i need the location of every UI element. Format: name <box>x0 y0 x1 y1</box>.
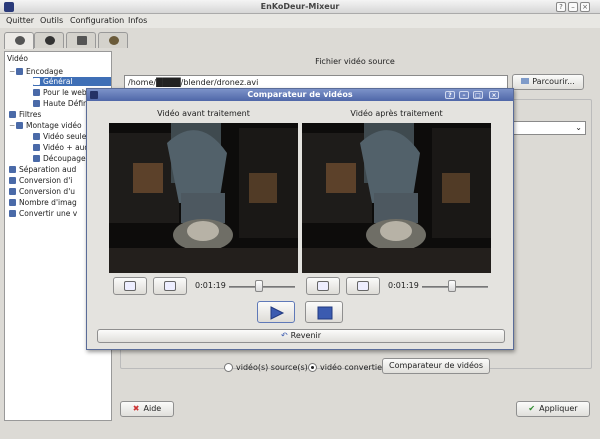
folder-icon <box>16 68 23 75</box>
misc-tab-icon <box>109 36 119 45</box>
tree-item-hd[interactable]: Haute Défin <box>33 99 88 108</box>
tree-item-video-audio[interactable]: Vidéo + aud <box>33 143 89 152</box>
play-both-button[interactable] <box>257 301 295 323</box>
collapse-icon[interactable]: − <box>9 121 15 130</box>
dialog-titlebar: Comparateur de vidéos ? – □ × <box>87 89 513 101</box>
folder-open-icon <box>521 78 530 84</box>
pause-icon <box>317 281 329 291</box>
right-video-label: Vidéo après traitement <box>350 109 443 118</box>
help-button[interactable]: ✖ Aide <box>120 401 174 417</box>
video-tab-icon <box>15 36 25 45</box>
back-button[interactable]: ↶ Revenir <box>97 329 505 343</box>
dialog-app-icon <box>90 91 98 99</box>
right-pause-button[interactable] <box>306 277 340 295</box>
tab-misc[interactable] <box>98 32 128 48</box>
stop-both-button[interactable] <box>305 301 343 323</box>
item-icon <box>33 89 40 96</box>
window-titlebar: EnKoDeur-Mixeur ? – × <box>0 0 600 14</box>
tree-item-filtres[interactable]: Filtres <box>9 110 41 119</box>
menu-quitter[interactable]: Quitter <box>6 16 34 25</box>
dialog-close-icon[interactable]: × <box>489 91 499 99</box>
item-icon <box>33 78 40 85</box>
tree-item-video-seule[interactable]: Vidéo seule <box>33 132 86 141</box>
check-icon: ✔ <box>528 404 536 413</box>
item-icon <box>33 133 40 140</box>
menubar: Quitter Outils Configuration Infos <box>0 14 600 28</box>
stop-icon <box>164 281 176 291</box>
right-seek-knob[interactable] <box>447 280 456 292</box>
left-pause-button[interactable] <box>113 277 147 295</box>
right-stop-button[interactable] <box>346 277 380 295</box>
tree-item-web[interactable]: Pour le web <box>33 88 87 97</box>
item-icon <box>9 111 16 118</box>
radio-converted[interactable] <box>308 363 317 372</box>
radio-source-label: vidéo(s) source(s) <box>236 363 308 372</box>
source-title: Fichier vidéo source <box>315 57 395 66</box>
tree-item-general[interactable]: Général <box>33 77 111 86</box>
item-icon <box>9 166 16 173</box>
back-arrow-icon: ↶ <box>280 331 288 340</box>
left-stop-button[interactable] <box>153 277 187 295</box>
item-icon <box>9 199 16 206</box>
left-video-label: Vidéo avant traitement <box>157 109 250 118</box>
close-icon[interactable]: × <box>580 2 590 12</box>
left-seek-knob[interactable] <box>254 280 263 292</box>
tree-item-convertir[interactable]: Convertir une v <box>9 209 77 218</box>
tree-item-conversion-i[interactable]: Conversion d'i <box>9 176 72 185</box>
menu-infos[interactable]: Infos <box>128 16 147 25</box>
tree-item-nombre[interactable]: Nombre d'imag <box>9 198 77 207</box>
dialog-minimize-icon[interactable]: – <box>459 91 469 99</box>
stop-icon <box>357 281 369 291</box>
tab-audio[interactable] <box>34 32 64 48</box>
tab-video[interactable] <box>4 32 34 49</box>
apply-button[interactable]: ✔ Appliquer <box>516 401 590 417</box>
minimize-icon[interactable]: – <box>568 2 578 12</box>
item-icon <box>33 155 40 162</box>
tree-item-conversion-u[interactable]: Conversion d'u <box>9 187 75 196</box>
window-title: EnKoDeur-Mixeur <box>260 2 340 11</box>
right-video-frame <box>302 123 491 273</box>
audio-tab-icon <box>45 36 55 45</box>
tree-header: Vidéo <box>7 54 29 63</box>
comparator-dialog: Comparateur de vidéos ? – □ × Vidéo avan… <box>86 88 514 350</box>
tree-item-encodage[interactable]: − Encodage <box>9 67 63 76</box>
dialog-help-icon[interactable]: ? <box>445 91 455 99</box>
tree-item-separation[interactable]: Séparation aud <box>9 165 76 174</box>
pause-icon <box>124 281 136 291</box>
help-x-icon: ✖ <box>132 404 140 413</box>
play-icon <box>270 306 285 320</box>
browse-button[interactable]: Parcourir... <box>512 74 584 90</box>
right-time: 0:01:19 <box>388 281 419 290</box>
right-video-image <box>302 123 491 273</box>
left-video-image <box>109 123 298 273</box>
radio-source[interactable] <box>224 363 233 372</box>
left-video-frame <box>109 123 298 273</box>
item-icon <box>33 144 40 151</box>
dialog-title: Comparateur de vidéos <box>247 90 353 99</box>
collapse-icon[interactable]: − <box>9 67 15 76</box>
menu-configuration[interactable]: Configuration <box>70 16 124 25</box>
item-icon <box>33 100 40 107</box>
radio-converted-label: vidéo convertie <box>320 363 382 372</box>
dialog-maximize-icon[interactable]: □ <box>473 91 483 99</box>
left-time: 0:01:19 <box>195 281 226 290</box>
folder-icon <box>16 122 23 129</box>
stop-icon <box>317 306 333 320</box>
item-icon <box>9 210 16 217</box>
menu-outils[interactable]: Outils <box>40 16 63 25</box>
compare-videos-button[interactable]: Comparateur de vidéos <box>382 358 490 374</box>
help-icon[interactable]: ? <box>556 2 566 12</box>
item-icon <box>9 177 16 184</box>
image-tab-icon <box>77 36 87 45</box>
tab-image[interactable] <box>66 32 96 48</box>
tree-item-montage[interactable]: − Montage vidéo <box>9 121 82 130</box>
tree-item-decoupage[interactable]: Découpage <box>33 154 86 163</box>
item-icon <box>9 188 16 195</box>
source-path-field[interactable]: /home/████/blender/dronez.avi <box>124 75 508 89</box>
